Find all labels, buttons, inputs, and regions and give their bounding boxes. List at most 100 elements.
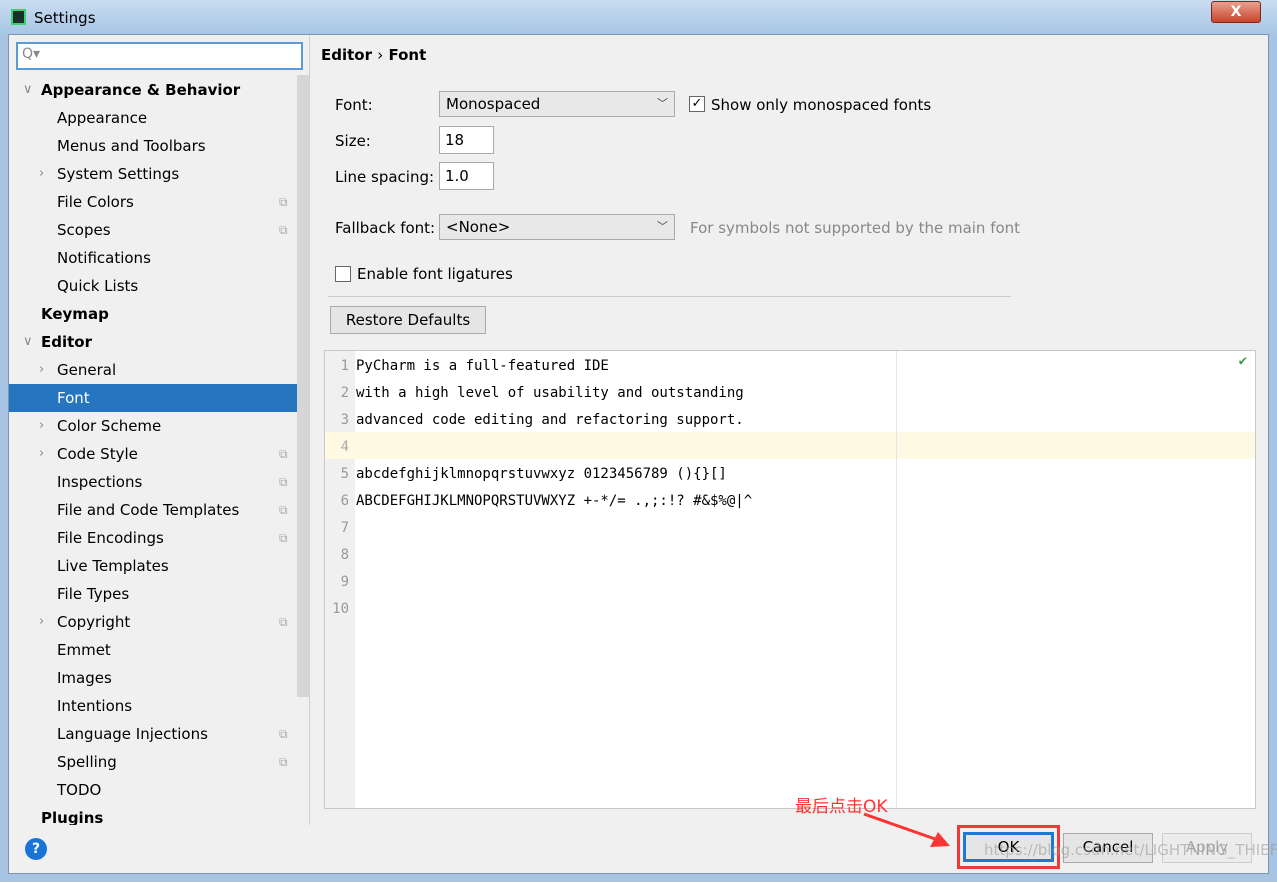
tree-item-label: Appearance & Behavior (41, 81, 241, 99)
line-number: 5 (340, 466, 349, 482)
tree-item[interactable]: Plugins (9, 804, 309, 825)
tree-item[interactable]: › General (9, 356, 309, 384)
tree-item-label: File Colors (57, 193, 134, 211)
help-icon[interactable]: ? (25, 838, 47, 860)
sidebar-scrollbar[interactable] (297, 75, 309, 697)
ligatures-label: Enable font ligatures (357, 265, 513, 283)
tree-item[interactable]: Images (9, 664, 309, 692)
tree-item[interactable]: Appearance (9, 104, 309, 132)
tree-item-label: Keymap (41, 305, 109, 323)
line-number: 3 (340, 412, 349, 428)
fallback-font-select[interactable]: <None> ﹀ (439, 214, 675, 240)
code-line: ABCDEFGHIJKLMNOPQRSTUVWXYZ +-*/= .,;:!? … (356, 493, 753, 509)
chevron-right-icon[interactable]: › (39, 608, 44, 636)
tree-item-label: File Types (57, 585, 130, 603)
tree-item-label: Font (57, 389, 90, 407)
line-number: 9 (340, 574, 349, 590)
tree-item[interactable]: › Code Style ⧉ (9, 440, 309, 468)
tree-item[interactable]: ∨ Editor (9, 328, 309, 356)
tree-item[interactable]: Font (9, 384, 309, 412)
chevron-down-icon[interactable]: ∨ (23, 76, 33, 104)
fallback-font-label: Fallback font: (335, 219, 436, 237)
search-input[interactable]: Q▾ (16, 42, 303, 70)
chevron-right-icon[interactable]: › (39, 412, 44, 440)
restore-defaults-button[interactable]: Restore Defaults (330, 306, 486, 334)
tree-item-label: File Encodings (57, 529, 164, 547)
window-title: Settings (34, 9, 96, 27)
tree-item[interactable]: File and Code Templates ⧉ (9, 496, 309, 524)
tree-item-label: Scopes (57, 221, 111, 239)
chevron-right-icon[interactable]: › (39, 440, 44, 468)
project-scope-icon: ⧉ (279, 531, 288, 545)
ligatures-checkbox[interactable] (335, 266, 351, 282)
tree-item[interactable]: Language Injections ⧉ (9, 720, 309, 748)
tree-item-label: Appearance (57, 109, 148, 127)
close-button[interactable]: X (1211, 1, 1261, 23)
show-mono-checkbox[interactable]: ✓ (689, 96, 705, 112)
tree-item[interactable]: Scopes ⧉ (9, 216, 309, 244)
tree-item[interactable]: › System Settings (9, 160, 309, 188)
tree-item[interactable]: Notifications (9, 244, 309, 272)
tree-item[interactable]: File Colors ⧉ (9, 188, 309, 216)
chevron-right-icon[interactable]: › (39, 160, 44, 188)
line-spacing-input[interactable]: 1.0 (439, 162, 494, 190)
tree-item[interactable]: Spelling ⧉ (9, 748, 309, 776)
chevron-right-icon[interactable]: › (39, 356, 44, 384)
tree-item[interactable]: › Color Scheme (9, 412, 309, 440)
fallback-hint: For symbols not supported by the main fo… (690, 219, 1021, 237)
tree-item-label: System Settings (57, 165, 180, 183)
code-line: advanced code editing and refactoring su… (356, 412, 744, 428)
breadcrumb-font: Font (388, 46, 427, 64)
divider (328, 296, 1011, 297)
line-number: 8 (340, 547, 349, 563)
tree-item-label: Color Scheme (57, 417, 162, 435)
tree-item[interactable]: Inspections ⧉ (9, 468, 309, 496)
breadcrumb-editor[interactable]: Editor (321, 46, 372, 64)
font-settings-panel: Editor › Font Font: Monospaced ﹀ ✓ Show o… (311, 35, 1269, 825)
line-number: 4 (340, 439, 349, 455)
tree-item[interactable]: Keymap (9, 300, 309, 328)
watermark: https://blog.csdn.net/LIGHTNING_THIEF (984, 841, 1277, 859)
tree-item[interactable]: ∨ Appearance & Behavior (9, 76, 309, 104)
project-scope-icon: ⧉ (279, 727, 288, 741)
tree-item-label: Emmet (57, 641, 111, 659)
font-value: Monospaced (446, 95, 541, 113)
tree-item[interactable]: Intentions (9, 692, 309, 720)
chevron-down-icon[interactable]: ∨ (23, 328, 33, 356)
tree-item[interactable]: Live Templates (9, 552, 309, 580)
show-mono-label: Show only monospaced fonts (711, 96, 932, 114)
line-number: 6 (340, 493, 349, 509)
line-number: 1 (340, 358, 349, 374)
tree-item[interactable]: Quick Lists (9, 272, 309, 300)
project-scope-icon: ⧉ (279, 195, 288, 209)
tree-item-label: Notifications (57, 249, 151, 267)
font-preview-editor[interactable]: 1 PyCharm is a full-featured IDE 2 with a h… (324, 350, 1256, 809)
tree-item[interactable]: TODO (9, 776, 309, 804)
font-select[interactable]: Monospaced ﹀ (439, 91, 675, 117)
line-number: 2 (340, 385, 349, 401)
size-input[interactable]: 18 (439, 126, 494, 154)
tree-item[interactable]: Menus and Toolbars (9, 132, 309, 160)
current-line-highlight (325, 432, 1255, 459)
tree-item-label: Intentions (57, 697, 133, 715)
tree-item[interactable]: File Encodings ⧉ (9, 524, 309, 552)
right-margin-guide (896, 351, 897, 808)
tree-item-label: Editor (41, 333, 92, 351)
size-label: Size: (335, 132, 371, 150)
tree-item-label: Images (57, 669, 112, 687)
settings-tree: Q▾ ∨ Appearance & Behavior Appearance Menus… (9, 35, 310, 825)
fallback-value: <None> (446, 218, 511, 236)
chevron-down-icon: ﹀ (657, 97, 668, 110)
project-scope-icon: ⧉ (279, 475, 288, 489)
tree-item[interactable]: File Types (9, 580, 309, 608)
inspection-ok-icon: ✔ (1238, 353, 1247, 369)
breadcrumb-separator: › (377, 46, 384, 64)
project-scope-icon: ⧉ (279, 503, 288, 517)
tree-item[interactable]: Emmet (9, 636, 309, 664)
line-number: 7 (340, 520, 349, 536)
tree-item-label: Code Style (57, 445, 138, 463)
annotation-arrow-icon (863, 812, 950, 847)
breadcrumb: Editor › Font (321, 46, 426, 64)
tree-item[interactable]: › Copyright ⧉ (9, 608, 309, 636)
project-scope-icon: ⧉ (279, 447, 288, 461)
